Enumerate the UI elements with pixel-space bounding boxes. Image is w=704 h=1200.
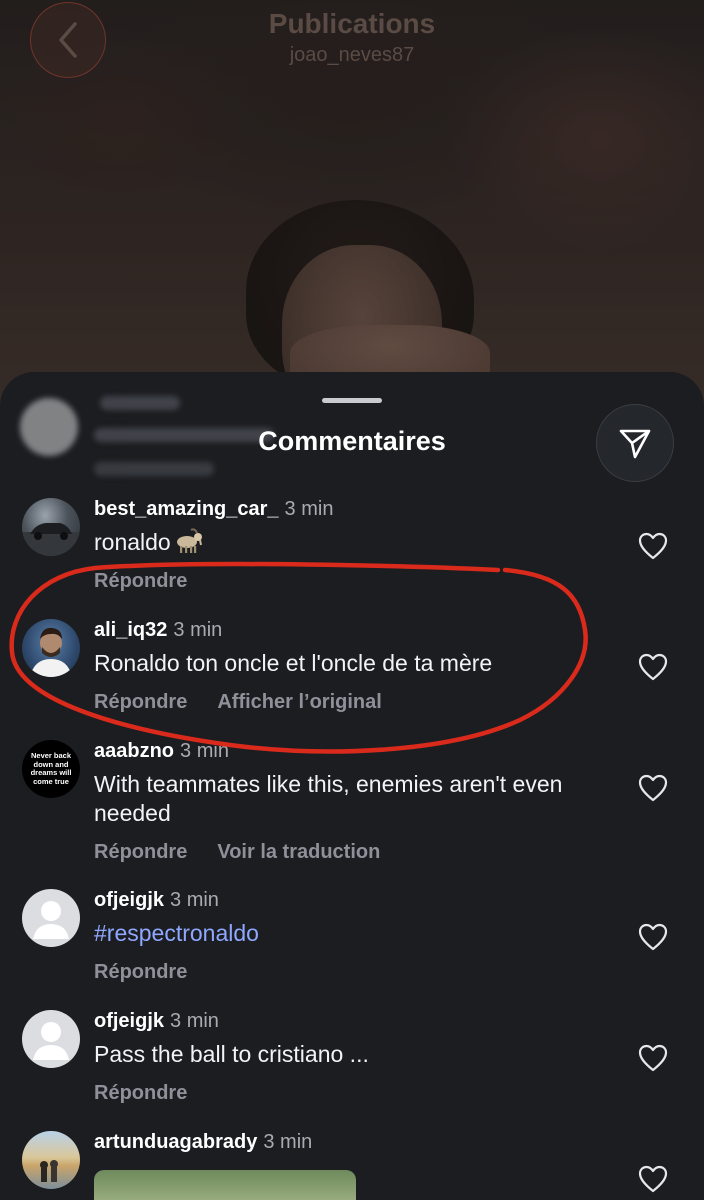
comment-item: ali_iq32 3 min Ronaldo ton oncle et l'onc… — [0, 619, 704, 719]
comment-actions: Répondre — [94, 1082, 187, 1105]
comment-text: ronaldo — [94, 528, 594, 557]
page-title: Publications — [268, 8, 436, 39]
avatar[interactable] — [22, 1010, 80, 1068]
blurred-reply — [94, 462, 214, 476]
comment-username[interactable]: best_amazing_car_ — [94, 498, 279, 520]
comment-header: best_amazing_car_ 3 min — [94, 498, 333, 521]
comment-image-preview[interactable] — [94, 1170, 356, 1200]
comment-header: ofjeigjk 3 min — [94, 889, 219, 912]
heart-icon[interactable] — [638, 1044, 668, 1072]
heart-icon[interactable] — [638, 532, 668, 560]
avatar[interactable] — [22, 889, 80, 947]
hashtag-link[interactable]: #respectronaldo — [94, 919, 594, 948]
drag-handle[interactable] — [322, 398, 382, 403]
comment-header: aaabzno 3 min — [94, 740, 229, 763]
comment-text: With teammates like this, enemies aren't… — [94, 771, 563, 826]
heart-icon[interactable] — [638, 774, 668, 802]
reply-button[interactable]: Répondre — [94, 841, 187, 863]
comment-header: ali_iq32 3 min — [94, 619, 222, 642]
reply-button[interactable]: Répondre — [94, 961, 187, 983]
comment-item: ofjeigjk 3 min #respectronaldo Répondre — [0, 889, 704, 989]
comment-item: Never back down and dreams will come tru… — [0, 740, 704, 870]
goat-emoji-icon — [176, 528, 202, 553]
share-button[interactable] — [596, 404, 674, 482]
avatar[interactable]: Never back down and dreams will come tru… — [22, 740, 80, 798]
comment-time: 3 min — [263, 1131, 313, 1153]
beach-photo-icon — [40, 1160, 58, 1182]
comment-actions: Répondre — [94, 961, 187, 984]
comment-text-content: ronaldo — [94, 529, 171, 555]
comment-actions: Répondre Voir la traduction — [94, 841, 380, 864]
send-icon — [619, 429, 651, 459]
avatar[interactable] — [22, 1131, 80, 1189]
heart-icon[interactable] — [638, 653, 668, 681]
comment-username[interactable]: aaabzno — [94, 740, 174, 762]
comment-item: best_amazing_car_ 3 min ronaldo Répondre — [0, 498, 704, 598]
comment-text: Pass the ball to cristiano ... — [94, 1041, 369, 1067]
comment-time: 3 min — [284, 498, 334, 520]
comment-text: Ronaldo ton oncle et l'oncle de ta mère — [94, 650, 493, 676]
comment-username[interactable]: ofjeigjk — [94, 1010, 164, 1032]
default-avatar-icon — [33, 1022, 69, 1060]
heart-icon[interactable] — [638, 1165, 668, 1193]
comment-actions: Répondre Afficher l’original — [94, 691, 382, 714]
avatar[interactable] — [22, 498, 80, 556]
show-original-button[interactable]: Afficher l’original — [217, 691, 381, 713]
heart-icon[interactable] — [638, 923, 668, 951]
comment-username[interactable]: ofjeigjk — [94, 889, 164, 911]
comment-header: artunduagabrady 3 min — [94, 1131, 312, 1154]
avatar[interactable] — [22, 619, 80, 677]
person-photo-icon — [30, 627, 72, 677]
comment-time: 3 min — [180, 740, 229, 762]
default-avatar-icon — [33, 901, 69, 939]
comment-time: 3 min — [173, 619, 223, 641]
comment-actions: Répondre — [94, 570, 187, 593]
avatar-text: Never back down and dreams will come tru… — [30, 751, 72, 786]
comment-time: 3 min — [170, 1010, 219, 1032]
comment-username[interactable]: artunduagabrady — [94, 1131, 257, 1153]
comment-header: ofjeigjk 3 min — [94, 1010, 219, 1033]
see-translation-button[interactable]: Voir la traduction — [217, 841, 380, 863]
reply-button[interactable]: Répondre — [94, 1082, 187, 1104]
reply-button[interactable]: Répondre — [94, 691, 187, 713]
reply-button[interactable]: Répondre — [94, 570, 187, 592]
comment-time: 3 min — [170, 889, 219, 911]
comment-item: ofjeigjk 3 min Pass the ball to cristiano… — [0, 1010, 704, 1110]
blurred-username — [100, 396, 180, 410]
comment-username[interactable]: ali_iq32 — [94, 619, 167, 641]
page-subtitle: joao_neves87 — [289, 44, 415, 66]
car-photo-icon — [22, 523, 80, 556]
